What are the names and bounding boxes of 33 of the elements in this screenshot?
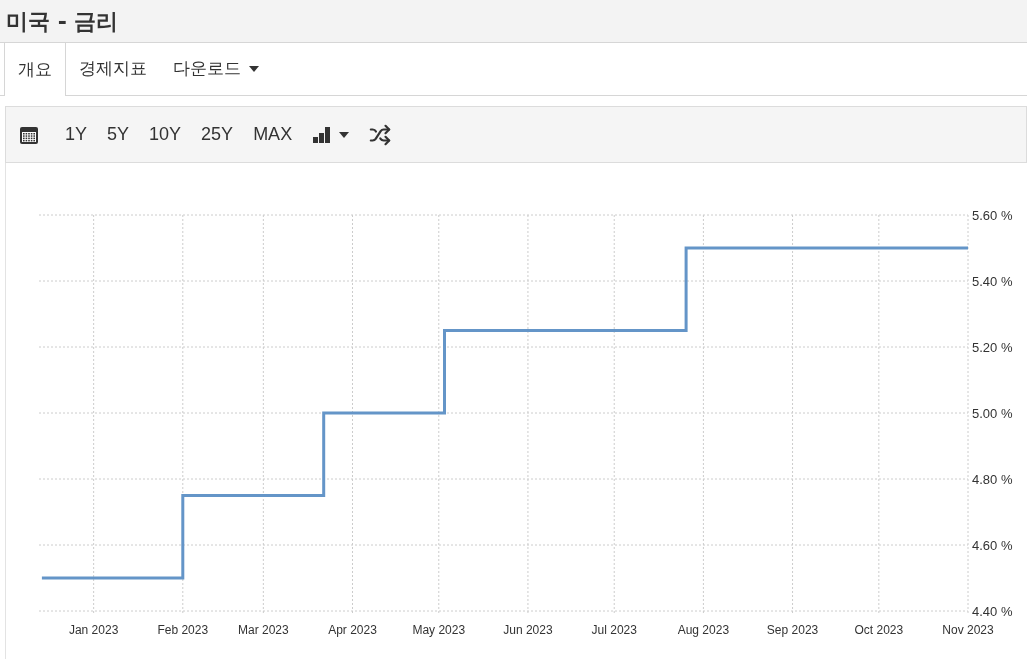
range-button[interactable]: MAX xyxy=(244,117,302,152)
x-axis-label: Oct 2023 xyxy=(854,623,904,637)
y-axis-label: 4.60 % xyxy=(972,538,1013,553)
range-button[interactable]: 25Y xyxy=(192,117,243,152)
x-axis-label: Jan 2023 xyxy=(68,623,119,637)
x-axis-label: Apr 2023 xyxy=(328,623,377,637)
calendar-button[interactable] xyxy=(18,124,40,145)
x-axis-label: Mar 2023 xyxy=(238,623,289,637)
shuffle-icon xyxy=(369,123,392,146)
y-axis-label: 4.80 % xyxy=(972,472,1013,487)
download-dropdown-tab[interactable]: 다운로드 xyxy=(160,43,272,95)
x-axis-label: Sep 2023 xyxy=(766,623,819,637)
tab[interactable]: 경제지표 xyxy=(66,43,160,95)
bar-chart-icon xyxy=(313,126,332,143)
y-axis-label: 5.20 % xyxy=(972,340,1013,355)
x-axis-label: May 2023 xyxy=(412,623,466,637)
range-button[interactable]: 1Y xyxy=(56,117,97,152)
y-axis-label: 5.60 % xyxy=(972,208,1013,223)
y-axis-label: 5.00 % xyxy=(972,406,1013,421)
page-title: 미국 - 금리 xyxy=(6,7,119,36)
tab[interactable]: 개요 xyxy=(4,43,66,96)
x-axis-label: Jul 2023 xyxy=(591,623,637,637)
calendar-icon xyxy=(19,124,39,145)
caret-icon xyxy=(249,66,259,72)
x-axis-label: Nov 2023 xyxy=(942,623,994,637)
y-axis-label: 4.40 % xyxy=(972,604,1013,619)
caret-icon xyxy=(339,131,350,138)
x-axis-label: Feb 2023 xyxy=(157,623,209,637)
range-button[interactable]: 10Y xyxy=(140,117,191,152)
y-axis-label: 5.40 % xyxy=(972,274,1013,289)
range-button[interactable]: 5Y xyxy=(98,117,139,152)
x-axis-label: Aug 2023 xyxy=(677,623,730,637)
x-axis-label: Jun 2023 xyxy=(503,623,553,637)
